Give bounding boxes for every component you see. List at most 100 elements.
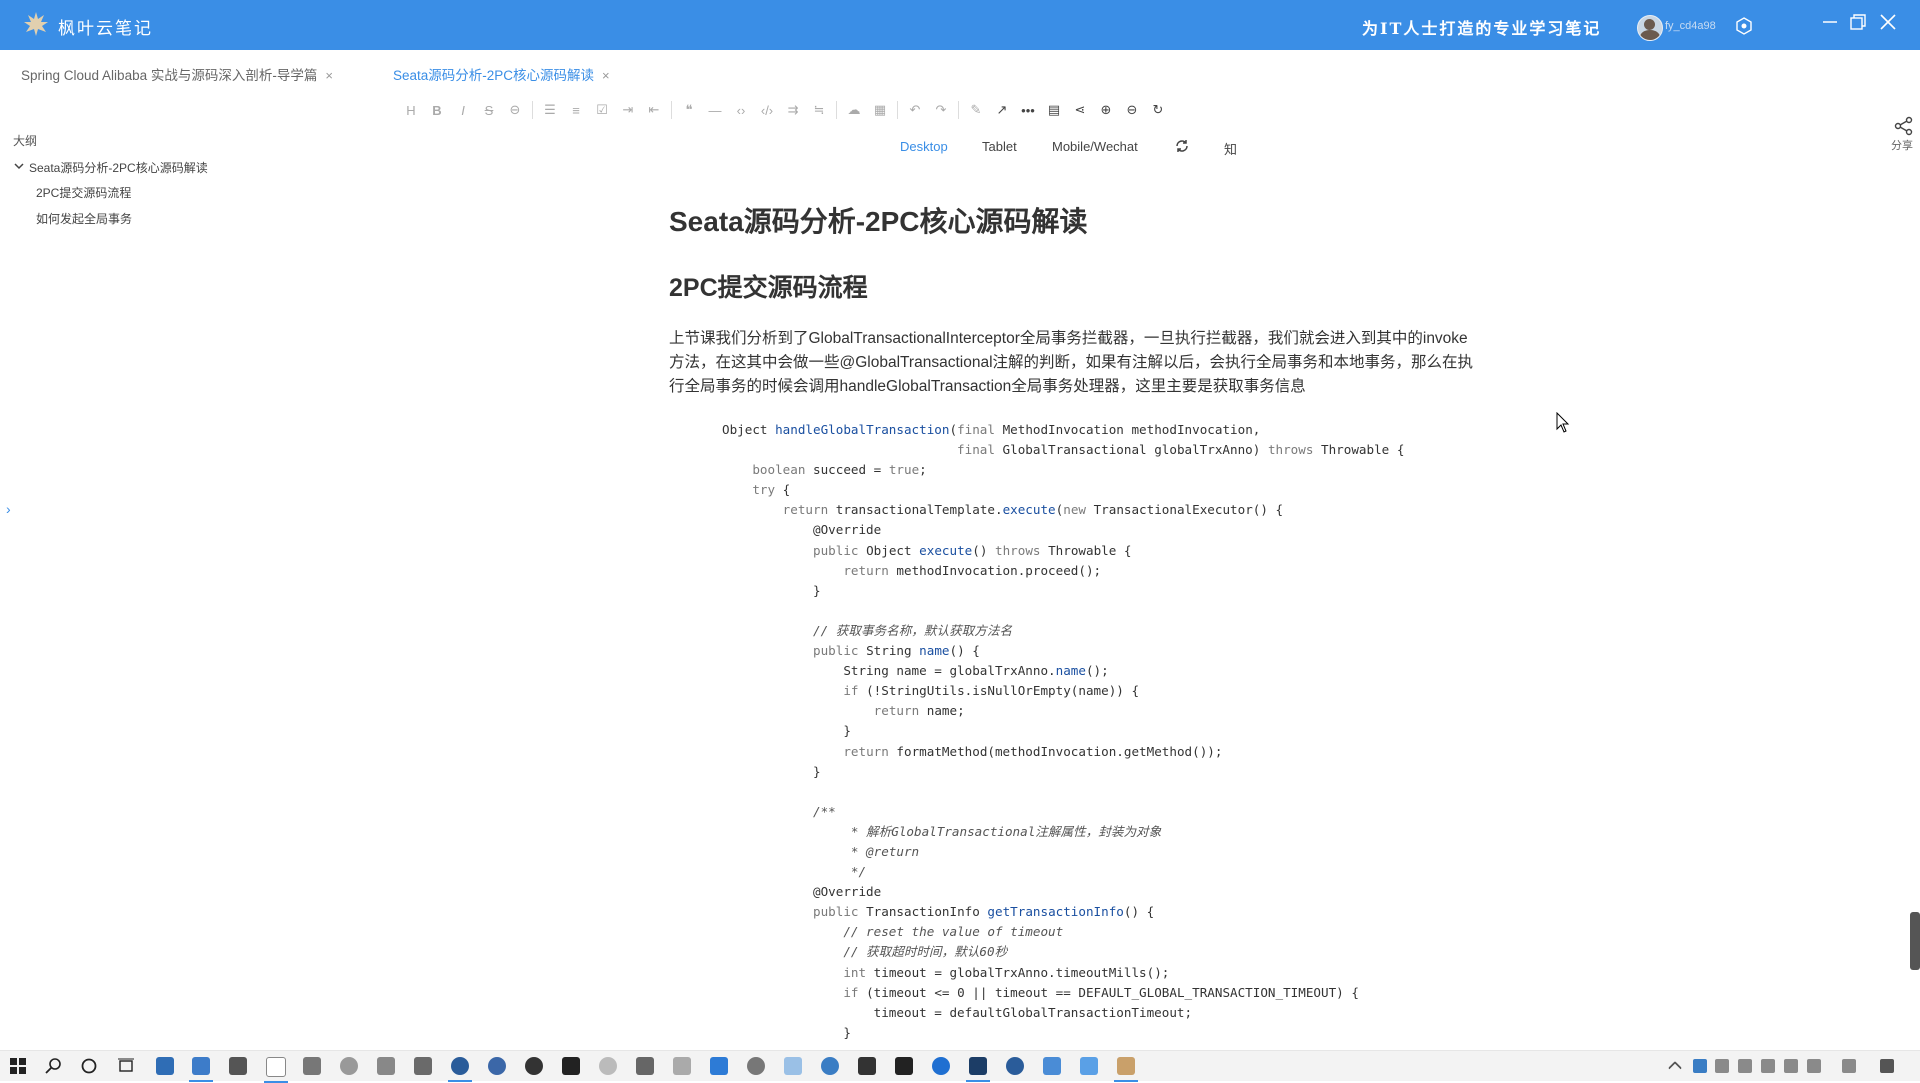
unordered-list-icon[interactable]: ☰ [537,100,563,120]
notification-center-icon[interactable] [1880,1059,1894,1073]
tray-app-icon[interactable] [1715,1059,1729,1073]
strikethrough-icon[interactable]: S [476,100,502,120]
app-icon[interactable] [1043,1057,1061,1075]
outline-icon[interactable]: ▤ [1041,100,1067,120]
mode-mobile-wechat[interactable]: Mobile/Wechat [1052,139,1138,154]
intellij-icon[interactable] [966,1057,990,1082]
app-icon[interactable] [636,1057,654,1075]
scroll-handle[interactable] [1910,912,1920,970]
toolbar-divider [532,101,533,119]
cortana-icon[interactable] [80,1057,98,1075]
italic-icon[interactable]: I [450,100,476,120]
code-line: if (timeout <= 0 || timeout == DEFAULT_G… [843,984,1359,1000]
inline-code-icon[interactable]: ‹› [728,100,754,120]
redo-icon[interactable]: ↷ [928,100,954,120]
app-icon[interactable] [1080,1057,1098,1075]
windows-start-icon[interactable] [9,1057,27,1075]
tray-volume-icon[interactable] [1784,1059,1798,1073]
mode-desktop[interactable]: Desktop [900,139,948,154]
checklist-icon[interactable]: ☑ [589,100,615,120]
insert-row-icon[interactable]: ⇉ [780,100,806,120]
outline-item-2pc[interactable]: 2PC提交源码流程 [36,184,131,201]
link-icon[interactable]: ⊖ [502,100,528,120]
code-line: @Override [722,884,882,900]
minimize-icon[interactable] [1818,10,1842,34]
tab-close-icon[interactable]: × [325,68,333,83]
outline-item-h1[interactable]: Seata源码分析-2PC核心源码解读 [29,159,208,176]
chevron-right-icon[interactable]: › [6,501,11,517]
mindmap-icon[interactable]: ⋖ [1067,100,1093,120]
share-icon[interactable] [1894,116,1914,136]
sync-scroll-icon[interactable] [1174,138,1190,154]
share-label[interactable]: 分享 [1891,137,1913,153]
typora-icon[interactable] [264,1057,288,1083]
outdent-icon[interactable]: ⇤ [641,100,667,120]
tray-ime-icon[interactable] [1807,1059,1821,1073]
app-icon[interactable] [673,1057,691,1075]
indent-icon[interactable]: ⇥ [615,100,641,120]
app-icon[interactable] [747,1057,765,1075]
mail-icon[interactable] [156,1057,174,1075]
notes-app-icon[interactable] [229,1057,247,1075]
app-icon[interactable] [895,1057,913,1075]
task-view-icon[interactable] [117,1057,135,1075]
app-icon[interactable] [784,1057,802,1075]
app-icon[interactable] [562,1057,580,1075]
export-icon[interactable]: ↗ [989,100,1015,120]
tab-close-icon[interactable]: × [602,68,610,83]
tab-seata-2pc[interactable]: Seata源码分析-2PC核心源码解读 × [393,64,610,84]
bold-icon[interactable]: B [424,100,450,120]
outline-item-global-tx[interactable]: 如何发起全局事务 [36,210,132,227]
undo-icon[interactable]: ↶ [902,100,928,120]
hr-icon[interactable]: — [702,100,728,120]
app-icon[interactable] [340,1057,358,1075]
quote-icon[interactable]: ❝ [676,100,702,120]
toolbar-divider [897,101,898,119]
app-icon[interactable] [1006,1057,1024,1075]
code-line: @Override [722,522,882,538]
code-block-icon[interactable]: ‹/› [754,100,780,120]
steam-icon[interactable] [525,1057,543,1075]
maple-notes-icon[interactable] [1114,1057,1138,1082]
app-icon[interactable] [932,1057,950,1075]
heading-icon[interactable]: H [398,100,424,120]
insert-after-icon[interactable]: ≒ [806,100,832,120]
more-icon[interactable]: ••• [1015,100,1041,120]
ordered-list-icon[interactable]: ≡ [563,100,589,120]
table-icon[interactable]: ▦ [867,100,893,120]
zoom-out-icon[interactable]: ⊖ [1119,100,1145,120]
code-line: // 获取事务名称，默认获取方法名 [722,622,1013,638]
app-icon[interactable] [821,1057,839,1075]
upload-icon[interactable]: ☁ [841,100,867,120]
app-icon[interactable] [303,1057,321,1075]
tab-spring-cloud-alibaba[interactable]: Spring Cloud Alibaba 实战与源码深入剖析-导学篇 × [21,64,333,84]
edit-icon[interactable]: ✎ [963,100,989,120]
avatar[interactable] [1637,15,1663,41]
tray-chevron-up-icon[interactable] [1667,1060,1683,1076]
restore-icon[interactable] [1846,10,1870,34]
mode-zhihu[interactable]: 知 [1224,139,1237,158]
mode-tablet[interactable]: Tablet [982,139,1017,154]
settings-icon[interactable] [1735,17,1753,35]
tray-app-icon[interactable] [1842,1059,1856,1073]
zoom-in-icon[interactable]: ⊕ [1093,100,1119,120]
app-icon[interactable] [599,1057,617,1075]
search-icon[interactable] [45,1057,63,1075]
username[interactable]: fy_cd4a98 [1665,20,1716,32]
app-icon[interactable] [377,1057,395,1075]
tray-wifi-icon[interactable] [1761,1059,1775,1073]
chevron-down-icon[interactable] [13,160,25,172]
toolbar-divider [958,101,959,119]
app-icon[interactable] [710,1057,728,1075]
tray-defender-icon[interactable] [1693,1059,1707,1073]
refresh-icon[interactable]: ↻ [1145,100,1171,120]
tray-battery-icon[interactable] [1738,1059,1752,1073]
app-slogan: 为IT人士打造的专业学习笔记 [1362,19,1602,38]
chrome-icon[interactable] [448,1057,472,1082]
app-icon[interactable] [414,1057,432,1075]
file-explorer-icon[interactable] [189,1057,213,1082]
close-window-icon[interactable] [1876,10,1900,34]
browser-icon[interactable] [488,1057,506,1075]
app-icon[interactable] [858,1057,876,1075]
